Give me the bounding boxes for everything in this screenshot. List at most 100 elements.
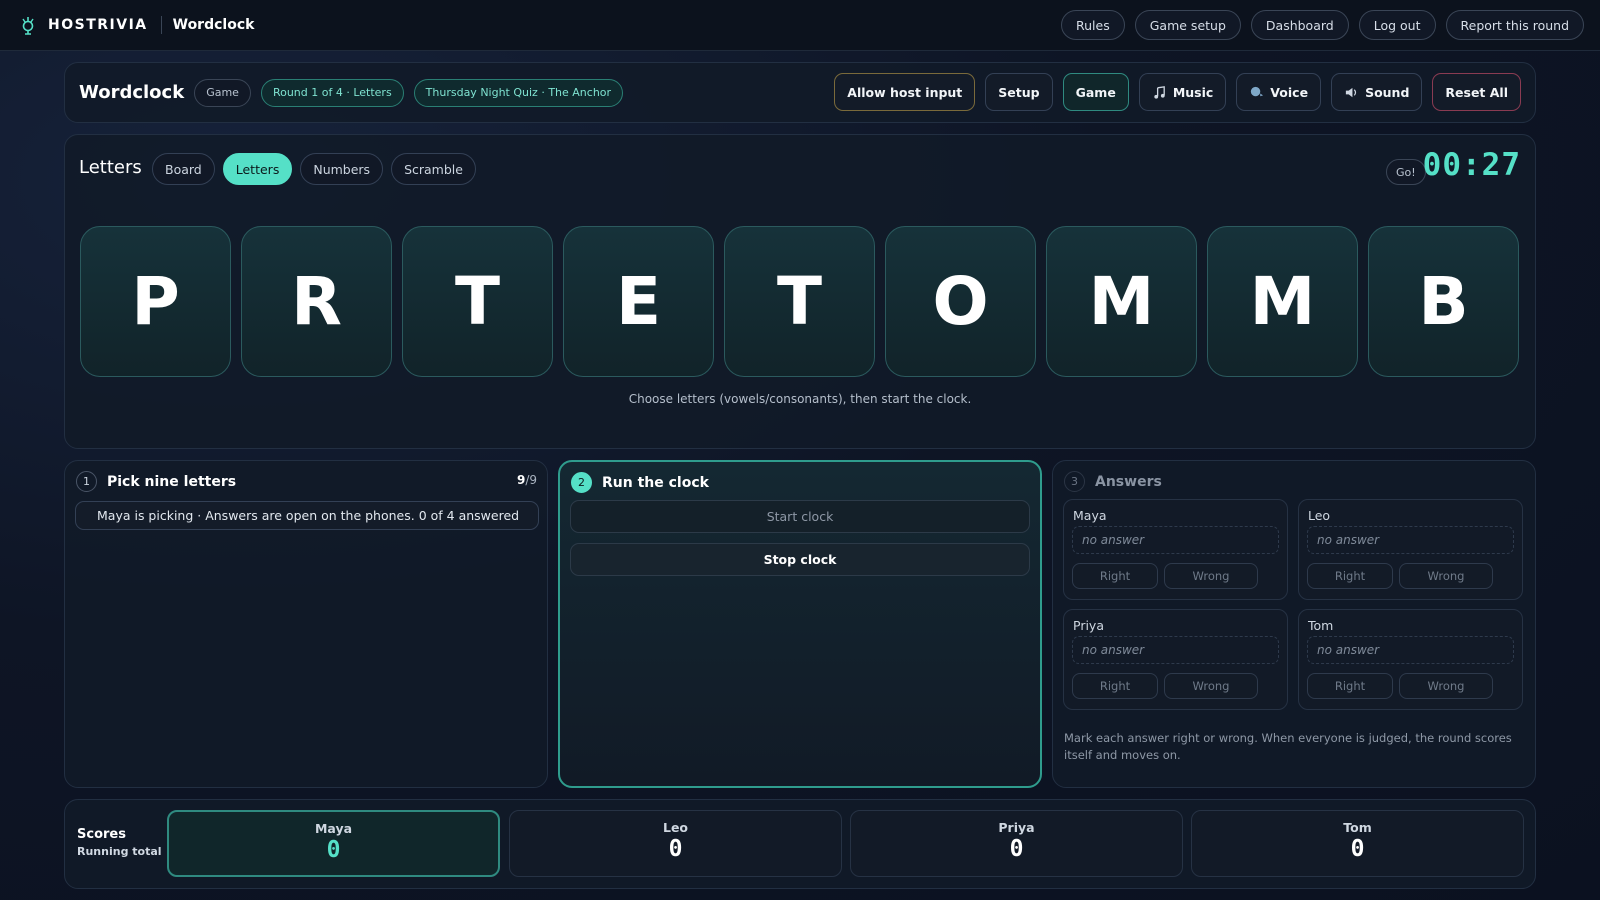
letter-tile: P bbox=[80, 226, 231, 377]
scores-sublabel: Running total bbox=[77, 845, 162, 858]
tab-board[interactable]: Board bbox=[152, 153, 215, 185]
score-card-maya: Maya 0 bbox=[167, 810, 500, 877]
step3-title: Answers bbox=[1095, 473, 1162, 490]
board-hint: Choose letters (vowels/consonants), then… bbox=[628, 392, 972, 406]
picking-status: Maya is picking · Answers are open on th… bbox=[75, 501, 539, 530]
tab-numbers[interactable]: Numbers bbox=[300, 153, 384, 185]
mark-right-button[interactable]: Right bbox=[1307, 563, 1393, 589]
reset-all-label: Reset All bbox=[1445, 84, 1508, 100]
score-value: 0 bbox=[1350, 836, 1365, 862]
reset-all-button[interactable]: Reset All bbox=[1432, 73, 1521, 111]
letter-tile: T bbox=[724, 226, 875, 377]
letter-count: 9/9 bbox=[517, 473, 537, 487]
answer-field: no answer bbox=[1072, 526, 1279, 554]
score-value: 0 bbox=[1009, 836, 1024, 862]
letter-tile: R bbox=[241, 226, 392, 377]
answer-card-priya: Priya no answer Right Wrong bbox=[1063, 609, 1288, 710]
tab-scramble[interactable]: Scramble bbox=[391, 153, 476, 185]
step3-number: 3 bbox=[1064, 471, 1085, 492]
answers-note: Mark each answer right or wrong. When ev… bbox=[1064, 731, 1512, 762]
game-button[interactable]: Game bbox=[1062, 73, 1129, 111]
voice-icon bbox=[1251, 86, 1264, 96]
game-setup-link[interactable]: Game setup bbox=[1134, 10, 1241, 40]
step2-title: Run the clock bbox=[602, 474, 709, 491]
start-clock-button[interactable]: Start clock bbox=[570, 500, 1030, 533]
report-round-link[interactable]: Report this round bbox=[1445, 10, 1584, 40]
answer-card-tom: Tom no answer Right Wrong bbox=[1298, 609, 1523, 710]
scoreboard: Scores Running total Maya 0 Leo 0 Priya … bbox=[64, 799, 1536, 889]
step-run-clock: 2 Run the clock Start clock Stop clock bbox=[558, 460, 1042, 788]
player-name: Leo bbox=[1308, 508, 1331, 523]
step1-number: 1 bbox=[76, 471, 97, 492]
game-label: Game bbox=[1075, 84, 1116, 100]
mark-wrong-button[interactable]: Wrong bbox=[1164, 563, 1258, 589]
allow-host-input-label: Allow host input bbox=[847, 84, 963, 100]
step3-header: 3 Answers bbox=[1064, 471, 1162, 492]
setup-button[interactable]: Setup bbox=[985, 73, 1053, 111]
music-button[interactable]: Music bbox=[1138, 73, 1227, 111]
log-out-link[interactable]: Log out bbox=[1358, 10, 1436, 40]
brand-divider bbox=[160, 16, 162, 34]
game-header: Wordclock Game Round 1 of 4 · Letters Th… bbox=[64, 62, 1536, 123]
header-actions: Allow host input Setup Game Music Voice … bbox=[834, 73, 1521, 111]
score-player-name: Priya bbox=[998, 820, 1035, 835]
letter-tile: M bbox=[1046, 226, 1197, 377]
letter-tile: B bbox=[1368, 226, 1519, 377]
scores-label: Scores bbox=[77, 827, 126, 842]
music-note-icon bbox=[1154, 85, 1165, 99]
letter-tile: M bbox=[1207, 226, 1358, 377]
mark-right-button[interactable]: Right bbox=[1307, 673, 1393, 699]
step1-header: 1 Pick nine letters bbox=[76, 471, 236, 492]
player-name: Tom bbox=[1308, 618, 1334, 633]
event-chip: Thursday Night Quiz · The Anchor bbox=[413, 78, 624, 107]
score-card-tom: Tom 0 bbox=[1191, 810, 1524, 877]
speaker-icon bbox=[1345, 87, 1357, 97]
score-card-priya: Priya 0 bbox=[850, 810, 1183, 877]
answer-card-maya: Maya no answer Right Wrong bbox=[1063, 499, 1288, 600]
mark-right-button[interactable]: Right bbox=[1072, 673, 1158, 699]
mark-right-button[interactable]: Right bbox=[1072, 563, 1158, 589]
answer-field: no answer bbox=[1307, 526, 1514, 554]
mark-wrong-button[interactable]: Wrong bbox=[1399, 673, 1493, 699]
step2-number: 2 bbox=[571, 472, 592, 493]
score-value: 0 bbox=[668, 836, 683, 862]
step2-header: 2 Run the clock bbox=[571, 472, 709, 493]
score-value: 0 bbox=[326, 837, 341, 863]
allow-host-input-button[interactable]: Allow host input bbox=[834, 73, 976, 111]
letter-tile: T bbox=[402, 226, 553, 377]
answer-field: no answer bbox=[1307, 636, 1514, 664]
player-name: Maya bbox=[1073, 508, 1107, 523]
score-player-name: Leo bbox=[662, 820, 689, 835]
brand[interactable]: HOSTRIVIA bbox=[18, 14, 148, 36]
sound-label: Sound bbox=[1365, 84, 1410, 100]
mode-tabs: Board Letters Numbers Scramble bbox=[152, 153, 476, 185]
voice-button[interactable]: Voice bbox=[1236, 73, 1322, 111]
letter-count-total: /9 bbox=[525, 473, 537, 487]
go-button[interactable]: Go! bbox=[1386, 159, 1426, 185]
brand-name: HOSTRIVIA bbox=[48, 17, 148, 33]
player-name: Priya bbox=[1073, 618, 1104, 633]
brand-logo-icon bbox=[22, 17, 34, 35]
top-nav: Rules Game setup Dashboard Log out Repor… bbox=[1061, 10, 1584, 40]
mark-wrong-button[interactable]: Wrong bbox=[1164, 673, 1258, 699]
setup-label: Setup bbox=[998, 84, 1040, 100]
dashboard-link[interactable]: Dashboard bbox=[1250, 10, 1349, 40]
score-player-name: Tom bbox=[1343, 820, 1372, 835]
step-pick-letters: 1 Pick nine letters 9/9 Maya is picking … bbox=[64, 460, 548, 788]
score-player-name: Maya bbox=[314, 821, 353, 836]
answer-field: no answer bbox=[1072, 636, 1279, 664]
tab-letters[interactable]: Letters bbox=[222, 153, 293, 185]
top-bar: HOSTRIVIA Wordclock Rules Game setup Das… bbox=[0, 0, 1600, 51]
letter-tile: O bbox=[885, 226, 1036, 377]
letter-tiles: P R T E T O M M B bbox=[80, 226, 1519, 377]
countdown-timer: 00:27 bbox=[1422, 147, 1521, 183]
game-chip: Game bbox=[194, 78, 251, 107]
sound-button[interactable]: Sound bbox=[1331, 73, 1423, 111]
page-title: Wordclock bbox=[79, 82, 185, 103]
stop-clock-button[interactable]: Stop clock bbox=[570, 543, 1030, 576]
letter-tile: E bbox=[563, 226, 714, 377]
mark-wrong-button[interactable]: Wrong bbox=[1399, 563, 1493, 589]
answer-card-leo: Leo no answer Right Wrong bbox=[1298, 499, 1523, 600]
round-chip: Round 1 of 4 · Letters bbox=[260, 78, 404, 107]
rules-link[interactable]: Rules bbox=[1061, 10, 1125, 40]
